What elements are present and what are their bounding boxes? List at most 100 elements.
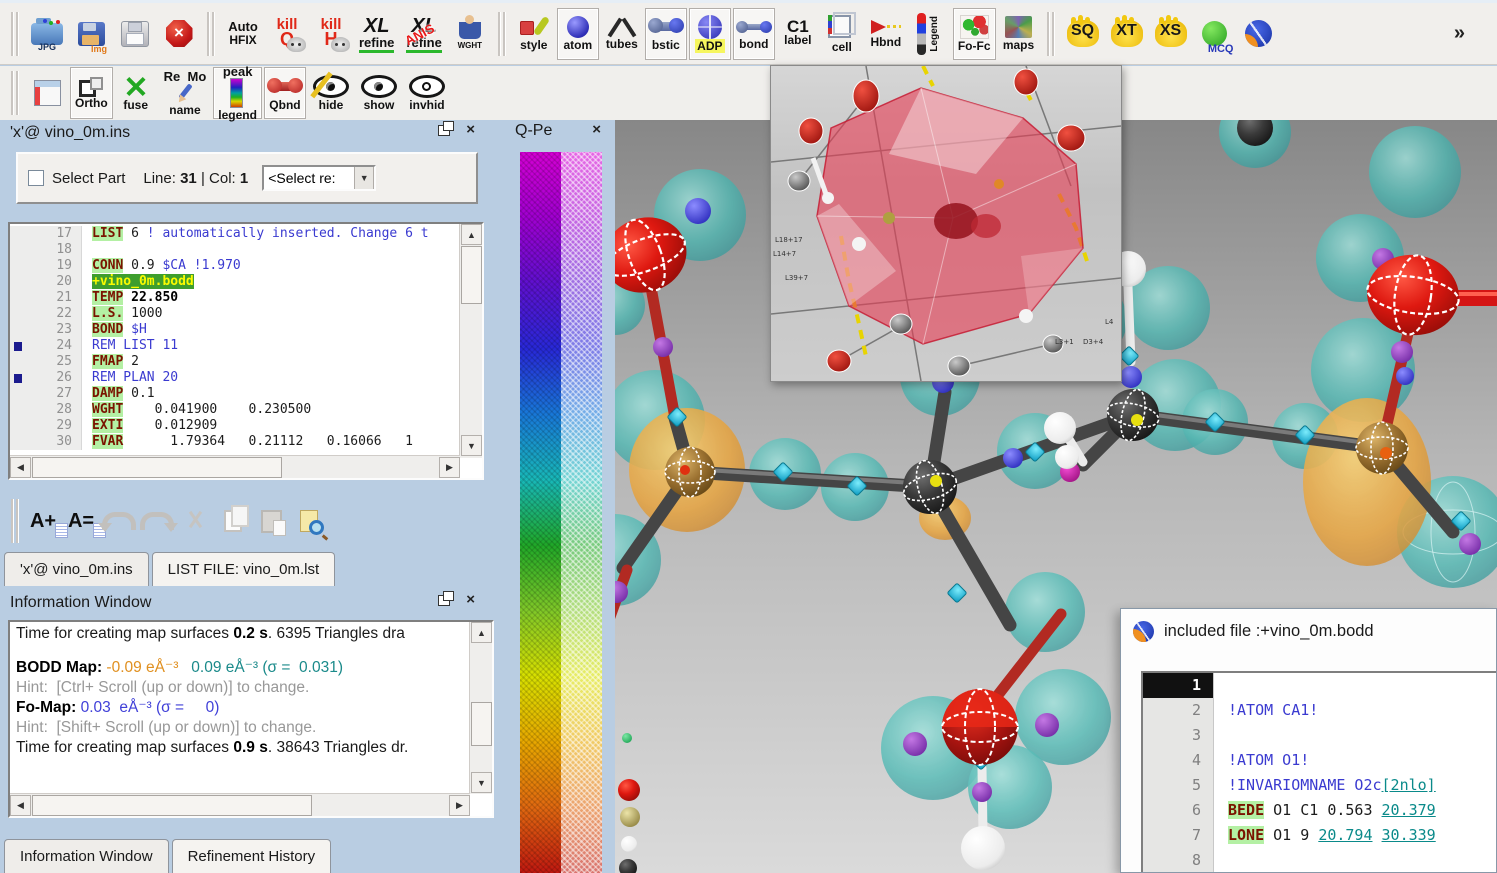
line-number: 26 xyxy=(28,370,82,386)
toolbar-separator[interactable] xyxy=(207,12,215,56)
line-number: 17 xyxy=(28,226,82,242)
code-segment: 1000 xyxy=(123,306,162,321)
tab-refinement-history[interactable]: Refinement History xyxy=(172,839,332,873)
float-window-icon[interactable] xyxy=(438,125,450,136)
label-button[interactable]: C1label xyxy=(777,8,819,60)
adp-button[interactable]: ADP xyxy=(689,8,731,60)
float-window-icon[interactable] xyxy=(438,595,450,606)
scroll-left-icon[interactable]: ◀ xyxy=(10,795,31,816)
font-increase-button[interactable]: A+ xyxy=(24,502,62,540)
tab-ins-file[interactable]: 'x'@ vino_0m.ins xyxy=(4,552,149,586)
information-log[interactable]: Time for creating map surfaces 0.2 s. 63… xyxy=(8,620,494,818)
adp-label: ADP xyxy=(695,39,724,53)
paste-button[interactable] xyxy=(252,502,290,540)
cell-icon xyxy=(828,15,851,38)
fofc-button[interactable]: Fo-Fc xyxy=(953,8,996,60)
cut-button[interactable] xyxy=(176,502,214,540)
dropdown-arrow-icon[interactable]: ▼ xyxy=(354,166,374,190)
editor-horizontal-scrollbar[interactable]: ◀ ▶ xyxy=(10,455,460,478)
info-vertical-scrollbar[interactable]: ▲ ▼ xyxy=(469,622,492,794)
hide-button[interactable]: hide xyxy=(308,67,354,119)
scrollbar-thumb[interactable] xyxy=(32,795,312,816)
bond-button[interactable]: bond xyxy=(733,8,775,60)
cell-button[interactable]: cell xyxy=(821,8,863,60)
qbnd-button[interactable]: Qbnd xyxy=(264,67,306,119)
tubes-button[interactable]: tubes xyxy=(601,8,643,60)
toolbar-separator[interactable] xyxy=(1047,12,1055,56)
scroll-up-icon[interactable]: ▲ xyxy=(471,622,492,643)
close-panel-icon[interactable]: × xyxy=(592,124,601,136)
dock-layout-button[interactable] xyxy=(26,67,68,119)
scroll-right-icon[interactable]: ▶ xyxy=(449,795,470,816)
xl-refine-button[interactable]: XLrefine xyxy=(354,8,399,60)
ortep-inset-window[interactable]: L18+17L14+7L39+7L3+1D3+4L4 xyxy=(770,65,1122,382)
sq-button[interactable]: SQ xyxy=(1062,8,1104,60)
invhid-button[interactable]: invhid xyxy=(404,67,450,119)
rename-button[interactable]: Re Moname xyxy=(159,67,212,119)
redo-button[interactable] xyxy=(138,502,176,540)
toolbar-separator[interactable] xyxy=(11,499,19,543)
line-number: 7 xyxy=(1143,823,1214,848)
close-panel-icon[interactable]: × xyxy=(466,124,475,136)
save-button[interactable] xyxy=(114,8,156,60)
fuse-button[interactable]: fuse xyxy=(115,67,157,119)
shelxle-logo-icon xyxy=(1133,621,1154,642)
editor-vertical-scrollbar[interactable]: ▲ ▼ xyxy=(459,224,482,458)
stop-button[interactable] xyxy=(158,8,200,60)
mcq-button[interactable]: MCQ xyxy=(1194,8,1236,60)
peak-legend-button[interactable]: peaklegend xyxy=(213,67,262,119)
included-file-window[interactable]: included file :+vino_0m.bodd 12!ATOM CA1… xyxy=(1120,608,1497,873)
included-file-editor[interactable]: 12!ATOM CA1!34!ATOM O1!5!INVARIOMNAME O2… xyxy=(1141,671,1497,873)
adp-icon xyxy=(698,15,722,39)
code-editor[interactable]: 17LIST 6 ! automatically inserted. Chang… xyxy=(8,222,484,480)
scroll-down-icon[interactable]: ▼ xyxy=(461,435,482,456)
line-marker xyxy=(10,434,28,450)
close-panel-icon[interactable]: × xyxy=(466,594,475,606)
scrollbar-thumb[interactable] xyxy=(32,457,282,478)
scrollbar-thumb[interactable] xyxy=(461,246,482,304)
undo-button[interactable] xyxy=(100,502,138,540)
scroll-right-icon[interactable]: ▶ xyxy=(439,457,460,478)
show-button[interactable]: show xyxy=(356,67,402,119)
kill-h-button[interactable]: killH xyxy=(310,8,352,60)
bstic-button[interactable]: bstic xyxy=(645,8,687,60)
toolbar-separator[interactable] xyxy=(11,71,19,115)
tab-list-file[interactable]: LIST FILE: vino_0m.lst xyxy=(152,552,335,586)
scroll-down-icon[interactable]: ▼ xyxy=(471,772,492,793)
residue-select-dropdown[interactable]: <Select re: ▼ xyxy=(262,165,376,191)
included-file-line: 2!ATOM CA1! xyxy=(1143,698,1496,723)
style-button[interactable]: style xyxy=(513,8,555,60)
hbnd-button[interactable]: Hbnd xyxy=(865,8,907,60)
snapshot-button[interactable]: JPG xyxy=(26,8,68,60)
toolbar-separator[interactable] xyxy=(498,12,506,56)
editor-line: 27DAMP 0.1 xyxy=(10,386,458,402)
shelxle-button[interactable] xyxy=(1238,8,1280,60)
xt-button[interactable]: XT xyxy=(1106,8,1148,60)
scroll-left-icon[interactable]: ◀ xyxy=(10,457,31,478)
rename-icon xyxy=(176,83,194,103)
anis-refine-button[interactable]: XLrefineANIS xyxy=(401,8,446,60)
scroll-up-icon[interactable]: ▲ xyxy=(461,224,482,245)
info-segment: Time for creating map surfaces xyxy=(16,625,233,642)
info-horizontal-scrollbar[interactable]: ◀ ▶ xyxy=(10,793,470,816)
xs-button[interactable]: XS xyxy=(1150,8,1192,60)
code-segment: FVAR xyxy=(92,434,123,449)
hide-label: hide xyxy=(319,98,344,112)
wght-button[interactable]: WGHT xyxy=(449,8,491,60)
kill-q-button[interactable]: killQ xyxy=(266,8,308,60)
editor-controls-bar: Select Part Line: 31 | Col: 1 <Select re… xyxy=(16,152,478,204)
select-part-checkbox[interactable] xyxy=(28,170,44,186)
atom-button[interactable]: atom xyxy=(557,8,599,60)
maps-button[interactable]: maps xyxy=(998,8,1040,60)
legend-button[interactable]: Legend xyxy=(909,8,951,60)
scrollbar-thumb[interactable] xyxy=(471,702,492,746)
code-segment: [2nlo] xyxy=(1382,776,1436,794)
find-button[interactable] xyxy=(290,502,328,540)
tab-information-window[interactable]: Information Window xyxy=(4,839,169,873)
ortho-button[interactable]: Ortho xyxy=(70,67,113,119)
toolbar-separator[interactable] xyxy=(11,12,19,56)
auto-hfix-button[interactable]: AutoHFIX xyxy=(222,8,264,60)
save-image-button[interactable]: Img xyxy=(70,8,112,60)
toolbar-overflow-button[interactable]: » xyxy=(1454,22,1465,45)
copy-button[interactable] xyxy=(214,502,252,540)
